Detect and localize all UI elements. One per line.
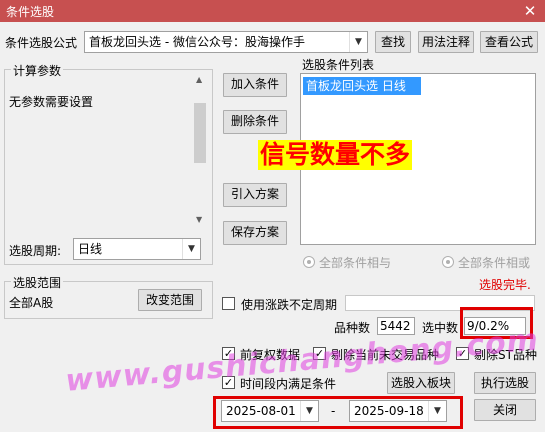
range-group-title: 选股范围 [11,274,64,291]
date-highlight-box [213,396,463,429]
params-scroll-thumb[interactable] [194,103,206,163]
total-count-value: 5442 [377,317,415,335]
scroll-down-icon[interactable]: ▼ [196,215,202,224]
list-item[interactable]: 首板龙回头选 日线 [303,77,421,95]
overlay-annotation: 信号数量不多 [258,140,413,170]
conditions-title: 选股条件列表 [302,58,375,72]
range-group: 选股范围 全部A股 改变范围 [4,274,213,319]
logic-and-radio[interactable] [303,256,315,268]
add-condition-button[interactable]: 加入条件 [223,73,287,97]
add-to-block-button[interactable]: 选股入板块 [387,372,455,394]
period-select[interactable]: 日线 ▼ [73,238,201,260]
total-count-label: 品种数 [334,321,371,335]
period-label: 选股周期: [9,244,62,258]
exclude-st-label: 剔除ST品种 [474,348,537,362]
logic-or-label: 全部条件相或 [458,256,531,270]
status-text: 选股完毕. [479,278,531,292]
close-button[interactable]: 关闭 [474,399,536,421]
run-selection-button[interactable]: 执行选股 [474,372,536,394]
exclude-st-checkbox[interactable]: ✓ [456,347,469,360]
time-range-checkbox[interactable]: ✓ [222,376,235,389]
chevron-down-icon[interactable]: ▼ [182,239,200,259]
params-group: 计算参数 无参数需要设置 ▲ ▼ 选股周期: 日线 ▼ [4,62,213,265]
import-scheme-button[interactable]: 引入方案 [223,183,287,207]
uncertain-period-label: 使用涨跌不定周期 [241,298,338,312]
formula-select-value: 首板龙回头选 - 微信公众号：股海操作手 [89,35,305,49]
selected-count-label: 选中数 [422,321,459,335]
view-formula-button[interactable]: 查看公式 [480,31,538,53]
delete-condition-button[interactable]: 删除条件 [223,110,287,134]
title-bar: 条件选股 ✕ [0,0,545,22]
save-scheme-button[interactable]: 保存方案 [223,221,287,245]
logic-and-label: 全部条件相与 [319,256,392,270]
logic-or-radio[interactable] [442,256,454,268]
exclude-untraded-label: 剔除当前未交易品种 [331,348,440,362]
exclude-untraded-checkbox[interactable]: ✓ [313,347,326,360]
prev-adjust-checkbox[interactable]: ✓ [222,347,235,360]
range-value: 全部A股 [9,296,54,310]
formula-select[interactable]: 首板龙回头选 - 微信公众号：股海操作手 ▼ [84,31,368,53]
scroll-up-icon[interactable]: ▲ [196,75,202,84]
formula-label: 条件选股公式 [5,36,78,50]
condition-stock-selection-window: 条件选股 ✕ 条件选股公式 首板龙回头选 - 微信公众号：股海操作手 ▼ 查找 … [0,0,545,432]
time-range-label: 时间段内满足条件 [240,377,337,391]
period-select-value: 日线 [78,242,103,256]
chevron-down-icon[interactable]: ▼ [349,32,367,52]
highlight-box [460,307,533,339]
params-scrollbar[interactable]: ▲ ▼ [192,75,208,225]
usage-notes-button[interactable]: 用法注释 [418,31,474,53]
find-button[interactable]: 查找 [375,31,411,53]
params-text: 无参数需要设置 [9,95,94,109]
uncertain-period-checkbox[interactable] [222,297,235,310]
change-range-button[interactable]: 改变范围 [138,289,202,311]
window-title: 条件选股 [6,5,55,19]
close-icon[interactable]: ✕ [515,0,545,22]
prev-adjust-label: 前复权数据 [240,348,301,362]
params-group-title: 计算参数 [11,62,64,79]
